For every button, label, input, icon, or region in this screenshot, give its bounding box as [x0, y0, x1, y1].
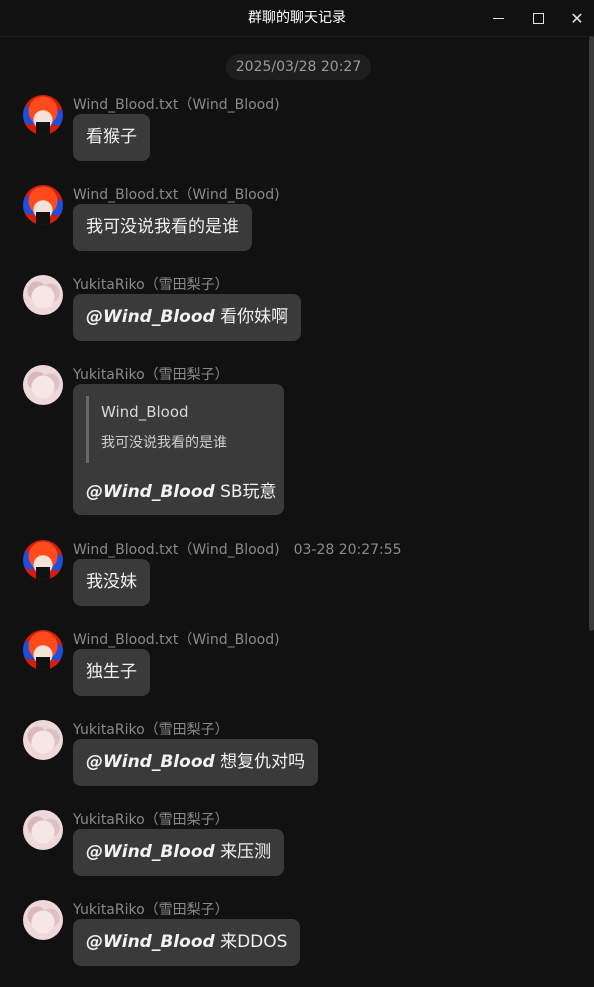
message-bubble[interactable]: 独生子: [73, 649, 150, 696]
sender-name: Wind_Blood.txt（Wind_Blood): [73, 187, 280, 203]
mention-link[interactable]: @Wind_Blood: [86, 482, 215, 502]
message-bubble[interactable]: @Wind_Blood 来DDOS: [73, 919, 301, 966]
sender-label: Wind_Blood.txt（Wind_Blood): [73, 542, 280, 558]
message-bubble[interactable]: @Wind_Blood 想复仇对吗: [73, 739, 319, 786]
close-icon: ✕: [570, 8, 584, 28]
avatar[interactable]: [23, 185, 63, 225]
message-bubble[interactable]: 我没妹: [73, 559, 150, 606]
message-text: SB玩意: [214, 482, 277, 502]
message-bubble[interactable]: 我可没说我看的是谁: [73, 204, 252, 251]
avatar[interactable]: [23, 810, 63, 850]
date-separator: 2025/03/28 20:27: [226, 54, 371, 80]
message-bubble[interactable]: 看猴子: [73, 114, 150, 161]
message-text: 看猴子: [86, 127, 137, 147]
quote-text: 我可没说我看的是谁: [101, 435, 227, 451]
message-bubble[interactable]: @Wind_Blood 来压测: [73, 829, 285, 876]
sender-name: YukitaRiko（雪田梨子）: [73, 367, 229, 383]
message-text: 想复仇对吗: [214, 752, 306, 772]
message-time: 03-28 20:27:55: [293, 542, 402, 558]
message-text: 来DDOS: [214, 932, 288, 952]
message-bubble[interactable]: @Wind_Blood 看你妹啊: [73, 294, 302, 341]
avatar[interactable]: [23, 630, 63, 670]
mention-link[interactable]: @Wind_Blood: [86, 842, 215, 862]
sender-name: YukitaRiko（雪田梨子）: [73, 277, 229, 293]
minimize-icon: [492, 17, 504, 19]
scrollbar-thumb[interactable]: [589, 36, 594, 631]
mention-link[interactable]: @Wind_Blood: [86, 932, 215, 952]
mention-link[interactable]: @Wind_Blood: [86, 307, 215, 327]
sender-name: Wind_Blood.txt（Wind_Blood): [73, 632, 280, 648]
maximize-button[interactable]: [518, 0, 558, 36]
quoted-message[interactable]: Wind_Blood 我可没说我看的是谁: [86, 396, 269, 463]
sender-name: Wind_Blood.txt（Wind_Blood): [73, 97, 280, 113]
avatar[interactable]: [23, 540, 63, 580]
mention-link[interactable]: @Wind_Blood: [86, 752, 215, 772]
title-bar: 群聊的聊天记录 ✕: [0, 0, 594, 37]
message-text: 独生子: [86, 662, 137, 682]
avatar[interactable]: [23, 275, 63, 315]
sender-name: YukitaRiko（雪田梨子）: [73, 722, 229, 738]
quote-sender: Wind_Blood: [101, 403, 189, 421]
message-text: 我可没说我看的是谁: [86, 217, 239, 237]
close-button[interactable]: ✕: [557, 0, 594, 36]
avatar[interactable]: [23, 720, 63, 760]
avatar[interactable]: [23, 365, 63, 405]
maximize-icon: [532, 12, 544, 24]
sender-name: Wind_Blood.txt（Wind_Blood) 03-28 20:27:55: [73, 540, 402, 560]
message-text: 看你妹啊: [214, 307, 289, 327]
message-text: 我没妹: [86, 572, 137, 592]
reply-content: @Wind_Blood SB玩意: [86, 477, 277, 502]
avatar[interactable]: [23, 95, 63, 135]
message-bubble[interactable]: Wind_Blood 我可没说我看的是谁 @Wind_Blood SB玩意: [73, 384, 284, 515]
minimize-button[interactable]: [478, 0, 518, 36]
sender-name: YukitaRiko（雪田梨子）: [73, 812, 229, 828]
sender-name: YukitaRiko（雪田梨子）: [73, 902, 229, 918]
avatar[interactable]: [23, 900, 63, 940]
message-text: 来压测: [214, 842, 272, 862]
